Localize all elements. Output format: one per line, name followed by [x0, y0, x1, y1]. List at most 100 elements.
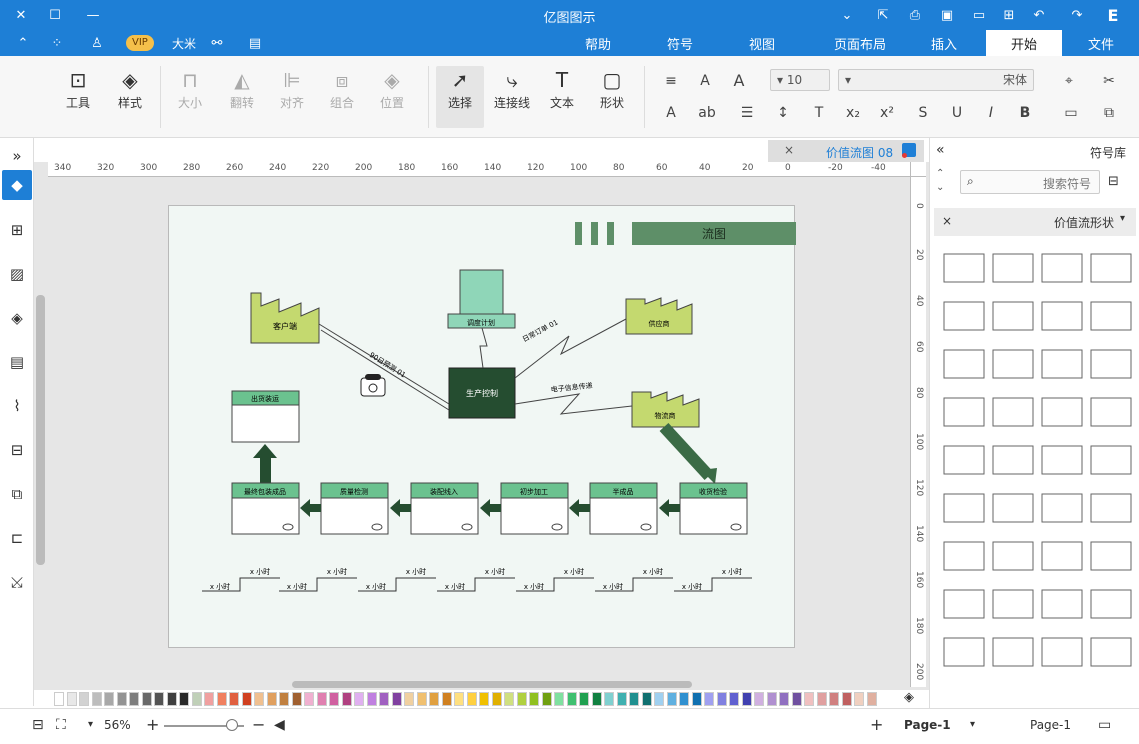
color-swatch[interactable]	[216, 692, 227, 706]
apps-icon[interactable]: ⁘	[48, 34, 66, 52]
color-swatch[interactable]	[591, 692, 602, 706]
notch-shape[interactable]	[1040, 442, 1084, 476]
color-swatch[interactable]	[179, 692, 189, 706]
line-spacing-icon[interactable]: ↕	[772, 102, 794, 124]
color-swatch[interactable]	[729, 692, 739, 706]
font-shrink-icon[interactable]: A	[694, 70, 716, 92]
copy-icon[interactable]: ⧉	[1098, 102, 1120, 124]
page-tab[interactable]: Page-1	[1030, 718, 1071, 732]
glasses-shape[interactable]	[942, 586, 986, 620]
color-swatch[interactable]	[441, 692, 452, 706]
diagram-page[interactable]: 流图 客户端 调度计划 生产控制 供应商 物流商 90日预测 01 日常订单 0…	[168, 205, 796, 648]
zoom-dropdown-icon[interactable]: ▾	[88, 719, 93, 730]
layers-icon[interactable]: ◈	[5, 306, 29, 330]
connector-button[interactable]: ⤷ 连接线	[488, 66, 536, 128]
rect-shape[interactable]	[1089, 538, 1133, 572]
kiosk-shape[interactable]	[942, 538, 986, 572]
close-tab-icon[interactable]: ×	[784, 143, 794, 157]
scroll-up-icon[interactable]: ⌃	[936, 168, 944, 179]
page-dropdown-icon[interactable]: ▾	[970, 719, 975, 730]
fit-width-icon[interactable]: ⊟	[32, 717, 44, 733]
color-swatch[interactable]	[329, 692, 339, 706]
style-button[interactable]: ◈ 样式	[106, 66, 154, 128]
collapse-category-icon[interactable]: ▾	[1120, 213, 1125, 224]
fullscreen-icon[interactable]: ⛶	[56, 717, 66, 733]
scroll-down-icon[interactable]: ⌄	[936, 182, 944, 193]
color-swatch[interactable]	[166, 692, 177, 706]
italic-icon[interactable]: I	[980, 102, 1002, 124]
color-swatch[interactable]	[391, 692, 402, 706]
color-swatch[interactable]	[129, 692, 139, 706]
color-swatch[interactable]	[104, 692, 114, 706]
warning-shape[interactable]	[991, 394, 1035, 428]
color-swatch[interactable]	[679, 692, 689, 706]
group-button[interactable]: ⧈ 组合	[318, 66, 366, 128]
color-swatch[interactable]	[529, 692, 539, 706]
color-swatch[interactable]	[491, 692, 502, 706]
burst-shape[interactable]	[942, 634, 986, 668]
color-swatch[interactable]	[516, 692, 527, 706]
tab-file[interactable]: 文件	[1072, 30, 1130, 56]
color-swatch[interactable]	[116, 692, 127, 706]
color-swatch[interactable]	[816, 692, 827, 706]
color-swatch[interactable]	[454, 692, 464, 706]
font-size-select[interactable]: ▾ 10	[770, 69, 830, 91]
color-swatch[interactable]	[629, 692, 639, 706]
image-icon[interactable]: ▨	[5, 262, 29, 286]
color-swatch[interactable]	[79, 692, 89, 706]
export-icon[interactable]: ⇱	[874, 6, 892, 24]
underline-icon[interactable]: U	[946, 102, 968, 124]
tab-shape[interactable]	[1089, 250, 1133, 284]
color-swatch[interactable]	[279, 692, 289, 706]
bold-icon[interactable]: B	[1014, 102, 1036, 124]
cut-icon[interactable]: ✂	[1098, 70, 1120, 92]
crop-icon[interactable]: ⧉	[5, 482, 29, 506]
symbol-search-input[interactable]: ⌕ 搜索符号	[960, 170, 1100, 194]
color-swatch[interactable]	[541, 692, 552, 706]
color-swatch[interactable]	[854, 692, 864, 706]
share-icon[interactable]: ⚯	[208, 34, 226, 52]
format-painter-icon[interactable]: ⌖	[1058, 70, 1080, 92]
add-page-icon[interactable]: +	[870, 715, 883, 734]
color-swatch[interactable]	[604, 692, 614, 706]
tab-shape[interactable]	[991, 250, 1035, 284]
zoom-in-icon[interactable]: +	[146, 715, 159, 734]
comment-icon[interactable]: ▤	[246, 34, 264, 52]
color-swatch[interactable]	[866, 692, 877, 706]
vip-badge[interactable]: VIP	[126, 35, 154, 51]
align-left-icon[interactable]: ≡	[660, 70, 682, 92]
color-swatch[interactable]	[241, 692, 252, 706]
horizontal-scrollbar[interactable]	[292, 681, 692, 688]
cart-shape[interactable]	[1040, 394, 1084, 428]
text-direction-icon[interactable]: ab	[696, 102, 718, 124]
collapse-icon[interactable]: ⌃	[14, 34, 32, 52]
door-shape[interactable]	[942, 394, 986, 428]
library-menu-icon[interactable]: ⊟	[1108, 174, 1119, 189]
truck-shape[interactable]	[991, 346, 1035, 380]
color-swatch[interactable]	[741, 692, 752, 706]
table-shape[interactable]	[1089, 298, 1133, 332]
color-swatch[interactable]	[54, 692, 64, 706]
zoom-slider-handle[interactable]	[226, 719, 238, 731]
paste-icon[interactable]: ▭	[1060, 102, 1082, 124]
list-icon[interactable]: ☰	[736, 102, 758, 124]
triangle-shape[interactable]	[1040, 586, 1084, 620]
tab-symbols[interactable]: 符号	[652, 30, 708, 56]
cylinder-shape[interactable]	[991, 634, 1035, 668]
panel-shape[interactable]	[942, 490, 986, 524]
vertical-scrollbar[interactable]	[36, 295, 45, 565]
panel-shape[interactable]	[991, 490, 1035, 524]
people-shape[interactable]	[1089, 634, 1133, 668]
color-swatch[interactable]	[304, 692, 314, 706]
color-swatch[interactable]	[716, 692, 727, 706]
hatched-shape[interactable]	[1040, 490, 1084, 524]
color-swatch[interactable]	[566, 692, 577, 706]
text-box-icon[interactable]: T	[808, 102, 830, 124]
electronic-flow-shape[interactable]	[942, 298, 986, 332]
branch-shape[interactable]	[1089, 442, 1133, 476]
strikethrough-icon[interactable]: S	[912, 102, 934, 124]
airplane-shape[interactable]	[942, 346, 986, 380]
color-swatch[interactable]	[341, 692, 352, 706]
subscript-icon[interactable]: x₂	[842, 102, 864, 124]
expand-icon[interactable]: »	[5, 144, 29, 168]
